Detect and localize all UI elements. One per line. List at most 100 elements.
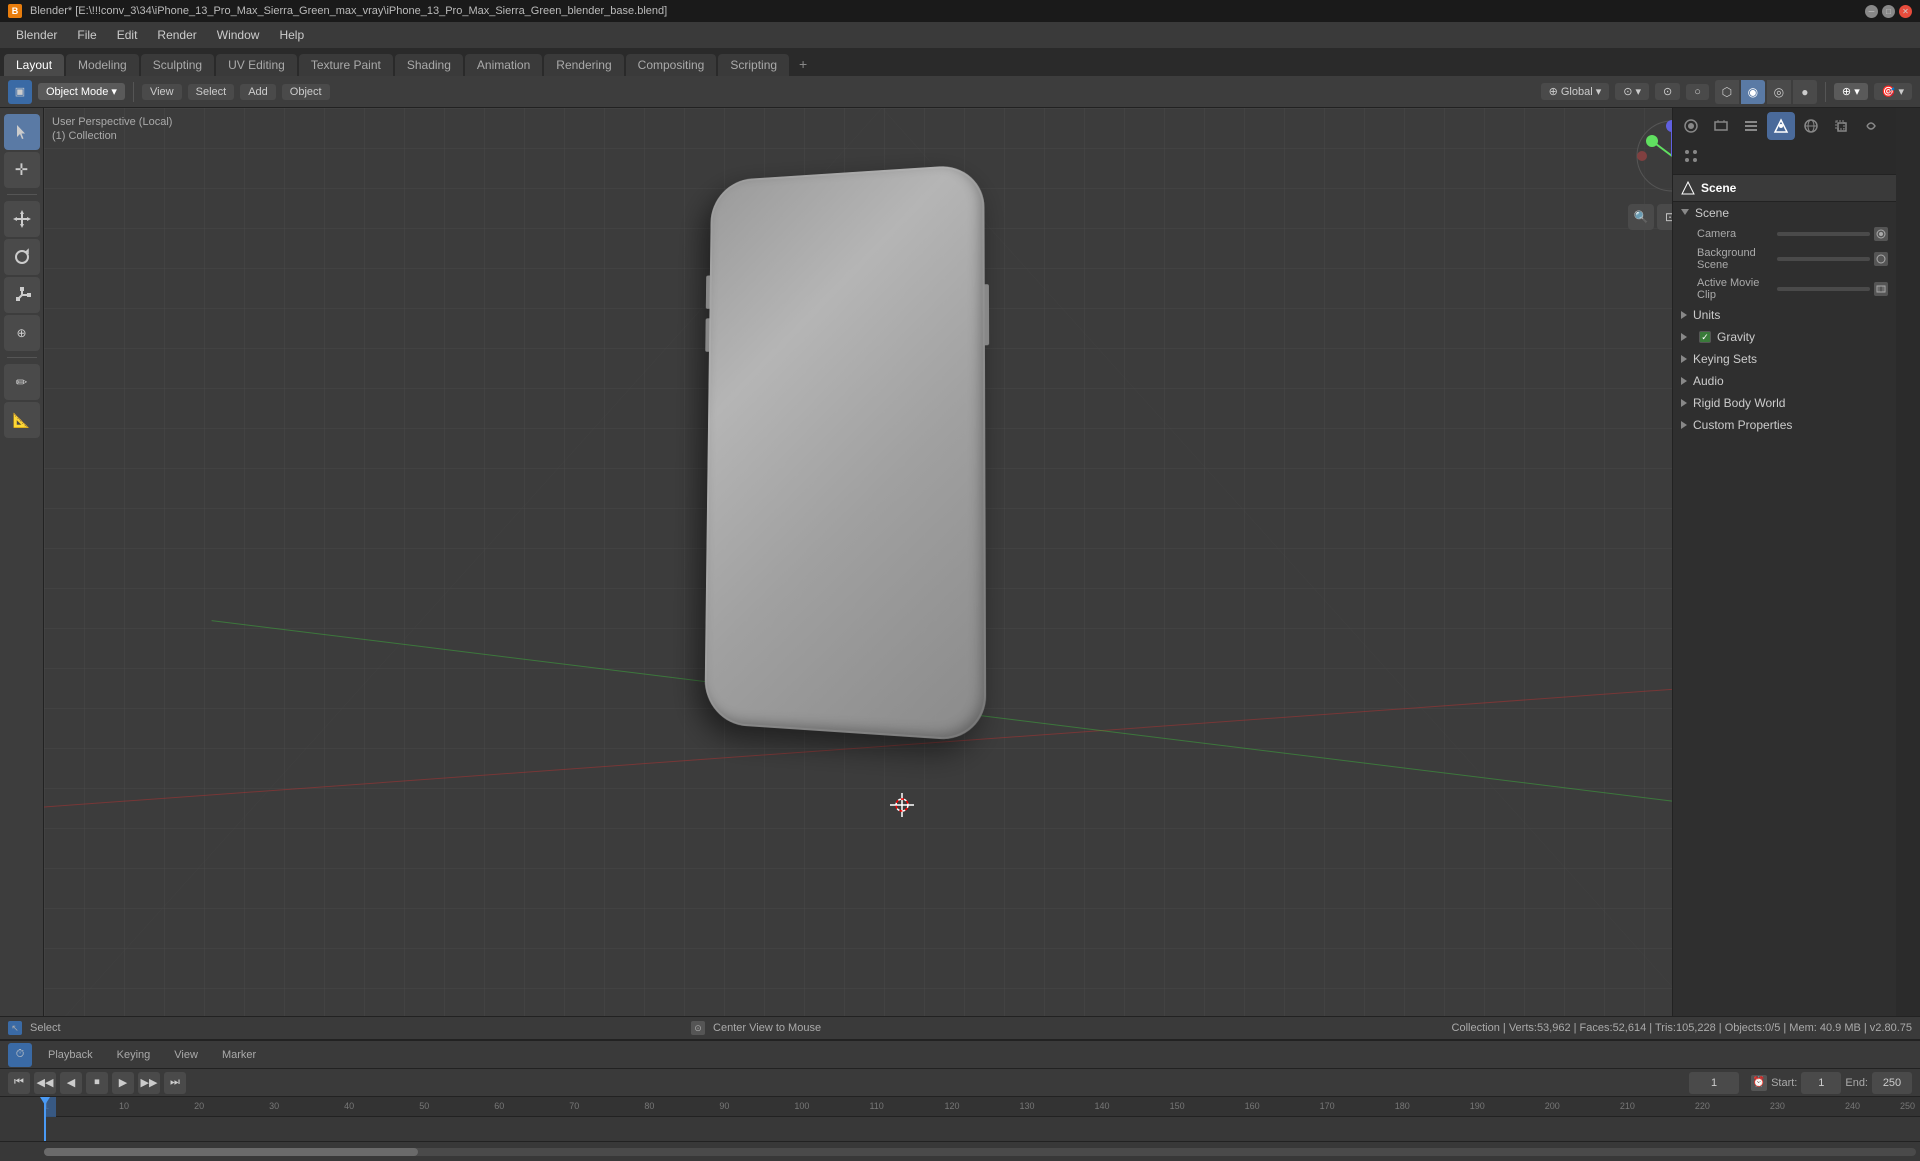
movie-clip-icon[interactable] bbox=[1874, 282, 1888, 296]
output-props-icon[interactable] bbox=[1707, 112, 1735, 140]
camera-picker-icon[interactable] bbox=[1874, 227, 1888, 241]
keying-sets-section-header[interactable]: Keying Sets bbox=[1673, 348, 1896, 370]
ruler-row: 1 10 20 30 40 50 60 70 80 90 100 110 120… bbox=[44, 1097, 1920, 1117]
scene-section-label: Scene bbox=[1695, 206, 1729, 220]
proportional-edit-toggle[interactable]: ○ bbox=[1686, 84, 1709, 100]
ruler-mark-240: 240 bbox=[1845, 1101, 1860, 1111]
rendered-shading-btn[interactable]: ● bbox=[1793, 80, 1817, 104]
measure-tool-btn[interactable]: 📐 bbox=[4, 402, 40, 438]
tab-scripting[interactable]: Scripting bbox=[718, 54, 789, 76]
units-section-header[interactable]: Units bbox=[1673, 304, 1896, 326]
header-toolbar: ▣ Object Mode ▾ View Select Add Object ⊕… bbox=[0, 76, 1920, 108]
modifier-props-icon[interactable] bbox=[1857, 112, 1885, 140]
view-menu[interactable]: View bbox=[142, 84, 182, 100]
transform-tool-btn[interactable]: ⊕ bbox=[4, 315, 40, 351]
camera-value[interactable] bbox=[1777, 232, 1870, 236]
play-back-btn[interactable]: ◀ bbox=[60, 1072, 82, 1094]
select-menu[interactable]: Select bbox=[188, 84, 235, 100]
maximize-button[interactable]: □ bbox=[1882, 5, 1895, 18]
viewport-mode-icon[interactable]: ▣ bbox=[8, 80, 32, 104]
material-shading-btn[interactable]: ◎ bbox=[1767, 80, 1791, 104]
step-back-btn[interactable]: ◀◀ bbox=[34, 1072, 56, 1094]
timeline-mode-icon[interactable]: ⏱ bbox=[8, 1043, 32, 1067]
timeline-track[interactable]: 1 10 20 30 40 50 60 70 80 90 100 110 120… bbox=[0, 1097, 1920, 1141]
keying-tab[interactable]: Keying bbox=[109, 1047, 159, 1063]
scene-props-icon[interactable] bbox=[1767, 112, 1795, 140]
cursor-tool-btn[interactable]: ✛ bbox=[4, 152, 40, 188]
gravity-checkbox[interactable]: ✓ bbox=[1699, 331, 1711, 343]
play-btn[interactable]: ▶ bbox=[112, 1072, 134, 1094]
menu-edit[interactable]: Edit bbox=[109, 26, 146, 44]
annotate-tool-btn[interactable]: ✏ bbox=[4, 364, 40, 400]
status-center-text: Center View to Mouse bbox=[713, 1022, 821, 1034]
move-tool-btn[interactable] bbox=[4, 201, 40, 237]
add-menu[interactable]: Add bbox=[240, 84, 276, 100]
ruler-mark-10: 10 bbox=[119, 1101, 129, 1111]
view-tab[interactable]: View bbox=[166, 1047, 206, 1063]
jump-end-btn[interactable]: ⏭ bbox=[164, 1072, 186, 1094]
tab-modeling[interactable]: Modeling bbox=[66, 54, 139, 76]
playback-tab[interactable]: Playback bbox=[40, 1047, 101, 1063]
background-scene-value[interactable] bbox=[1777, 257, 1870, 261]
snap-toggle[interactable]: ⊙ bbox=[1655, 83, 1680, 100]
render-props-icon[interactable] bbox=[1677, 112, 1705, 140]
overlays-toggle[interactable]: ⊕ ▾ bbox=[1834, 83, 1868, 100]
zoom-in-btn[interactable]: 🔍 bbox=[1628, 204, 1654, 230]
scene-section-header[interactable]: Scene bbox=[1673, 202, 1896, 224]
timeline-scrollbar-thumb[interactable] bbox=[44, 1148, 418, 1156]
start-frame-input[interactable] bbox=[1801, 1072, 1841, 1094]
timeline-scroll-bar[interactable] bbox=[0, 1141, 1920, 1161]
status-center-icon: ⊙ bbox=[691, 1021, 705, 1035]
custom-properties-section-header[interactable]: Custom Properties bbox=[1673, 414, 1896, 436]
wireframe-shading-btn[interactable]: ⬡ bbox=[1715, 80, 1739, 104]
background-scene-picker-icon[interactable] bbox=[1874, 252, 1888, 266]
object-props-icon[interactable] bbox=[1827, 112, 1855, 140]
active-movie-clip-value[interactable] bbox=[1777, 287, 1870, 291]
gizmos-toggle[interactable]: 🎯 ▾ bbox=[1874, 83, 1912, 100]
solid-shading-btn[interactable]: ◉ bbox=[1741, 80, 1765, 104]
object-menu[interactable]: Object bbox=[282, 84, 330, 100]
select-tool-btn[interactable] bbox=[4, 114, 40, 150]
phone-button-volume-up bbox=[706, 275, 710, 308]
keying-sets-arrow bbox=[1681, 355, 1687, 363]
menu-blender[interactable]: Blender bbox=[8, 26, 65, 44]
audio-section-header[interactable]: Audio bbox=[1673, 370, 1896, 392]
particles-props-icon[interactable] bbox=[1677, 142, 1705, 170]
tab-shading[interactable]: Shading bbox=[395, 54, 463, 76]
jump-start-btn[interactable]: ⏮ bbox=[8, 1072, 30, 1094]
start-label: Start: bbox=[1771, 1077, 1797, 1089]
rotate-tool-btn[interactable] bbox=[4, 239, 40, 275]
tab-rendering[interactable]: Rendering bbox=[544, 54, 623, 76]
marker-tab[interactable]: Marker bbox=[214, 1047, 264, 1063]
viewport[interactable]: User Perspective (Local) (1) Collection … bbox=[44, 108, 1720, 1040]
end-frame-input[interactable] bbox=[1872, 1072, 1912, 1094]
timeline-scrollbar-track[interactable] bbox=[44, 1148, 1916, 1156]
custom-properties-arrow bbox=[1681, 421, 1687, 429]
tab-layout[interactable]: Layout bbox=[4, 54, 64, 76]
scale-tool-btn[interactable] bbox=[4, 277, 40, 313]
tab-uv-editing[interactable]: UV Editing bbox=[216, 54, 297, 76]
ruler-mark-30: 30 bbox=[269, 1101, 279, 1111]
object-mode-selector[interactable]: Object Mode ▾ bbox=[38, 83, 125, 100]
world-props-icon[interactable] bbox=[1797, 112, 1825, 140]
menu-render[interactable]: Render bbox=[149, 26, 204, 44]
title-bar-controls[interactable]: ─ □ ✕ bbox=[1865, 5, 1912, 18]
transform-pivot-selector[interactable]: ⊙ ▾ bbox=[1615, 83, 1649, 100]
menu-window[interactable]: Window bbox=[209, 26, 268, 44]
rigid-body-world-section-header[interactable]: Rigid Body World bbox=[1673, 392, 1896, 414]
menu-file[interactable]: File bbox=[69, 26, 104, 44]
add-workspace-button[interactable]: + bbox=[791, 52, 815, 76]
view-layer-props-icon[interactable] bbox=[1737, 112, 1765, 140]
tab-animation[interactable]: Animation bbox=[465, 54, 542, 76]
tab-texture-paint[interactable]: Texture Paint bbox=[299, 54, 393, 76]
tab-sculpting[interactable]: Sculpting bbox=[141, 54, 214, 76]
tab-compositing[interactable]: Compositing bbox=[626, 54, 717, 76]
gravity-section-header[interactable]: ✓ Gravity bbox=[1673, 326, 1896, 348]
current-frame-input[interactable]: 1 bbox=[1689, 1072, 1739, 1094]
menu-help[interactable]: Help bbox=[271, 26, 312, 44]
transform-space-selector[interactable]: ⊕ Global ▾ bbox=[1541, 83, 1610, 100]
step-forward-btn[interactable]: ▶▶ bbox=[138, 1072, 160, 1094]
close-button[interactable]: ✕ bbox=[1899, 5, 1912, 18]
minimize-button[interactable]: ─ bbox=[1865, 5, 1878, 18]
stop-btn[interactable]: ⏹ bbox=[86, 1072, 108, 1094]
